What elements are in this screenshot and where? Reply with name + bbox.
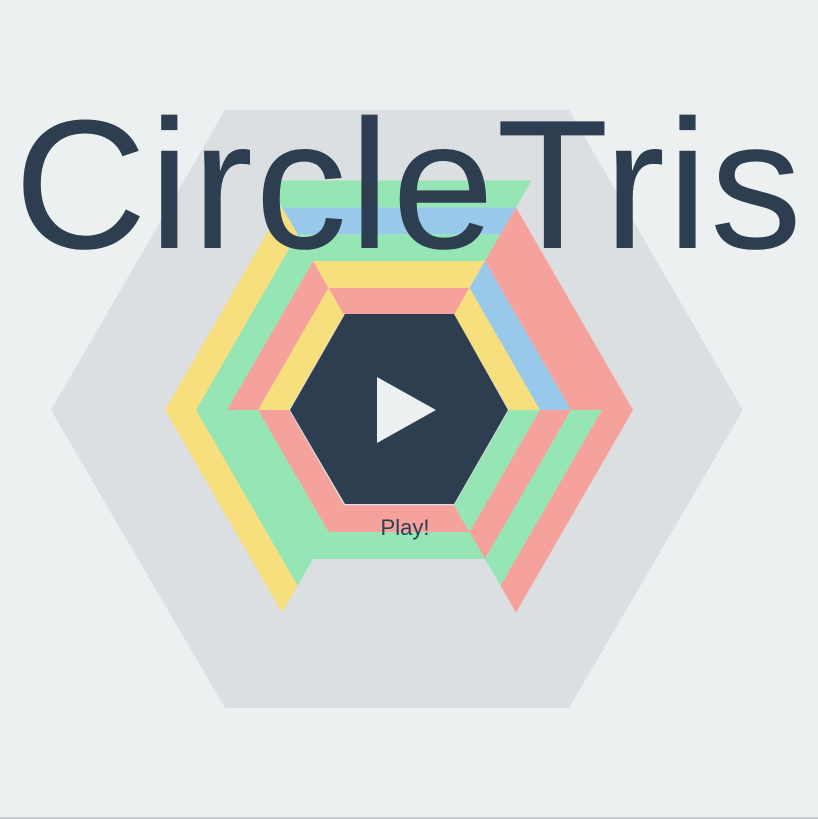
ring-block xyxy=(297,234,501,261)
ring-block xyxy=(328,287,470,315)
ring-block xyxy=(313,261,485,288)
ring-block xyxy=(328,505,470,533)
ring-block xyxy=(313,532,485,559)
game-screen: CircleTris Play! xyxy=(0,0,818,819)
ring-block xyxy=(266,180,532,208)
play-button[interactable] xyxy=(290,315,508,505)
ring-block xyxy=(282,207,516,235)
